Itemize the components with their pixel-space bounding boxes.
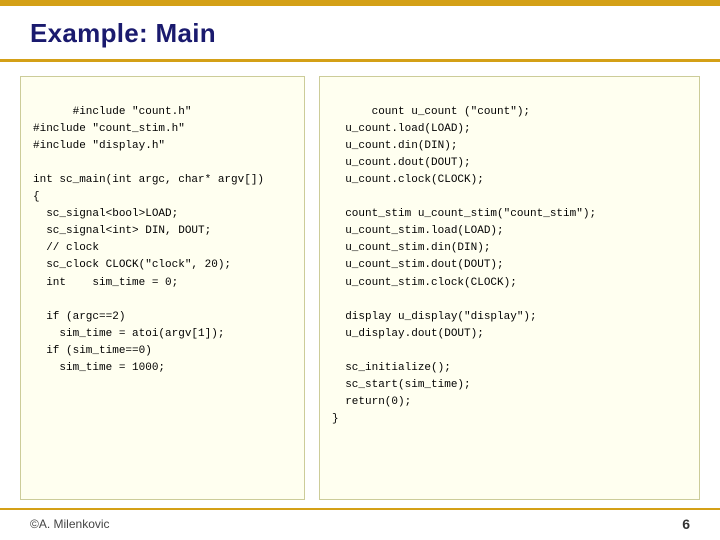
code-panel-left: #include "count.h" #include "count_stim.… [20,76,305,500]
slide-title: Example: Main [30,18,216,48]
code-panel-right: count u_count ("count"); u_count.load(LO… [319,76,700,500]
title-area: Example: Main [0,6,720,59]
footer-credit: ©A. Milenkovic [30,517,110,531]
footer: ©A. Milenkovic 6 [0,508,720,540]
slide: Example: Main #include "count.h" #includ… [0,0,720,540]
code-right-text: count u_count ("count"); u_count.load(LO… [332,106,596,425]
footer-page: 6 [682,516,690,532]
code-left-text: #include "count.h" #include "count_stim.… [33,106,264,374]
content-area: #include "count.h" #include "count_stim.… [0,62,720,508]
